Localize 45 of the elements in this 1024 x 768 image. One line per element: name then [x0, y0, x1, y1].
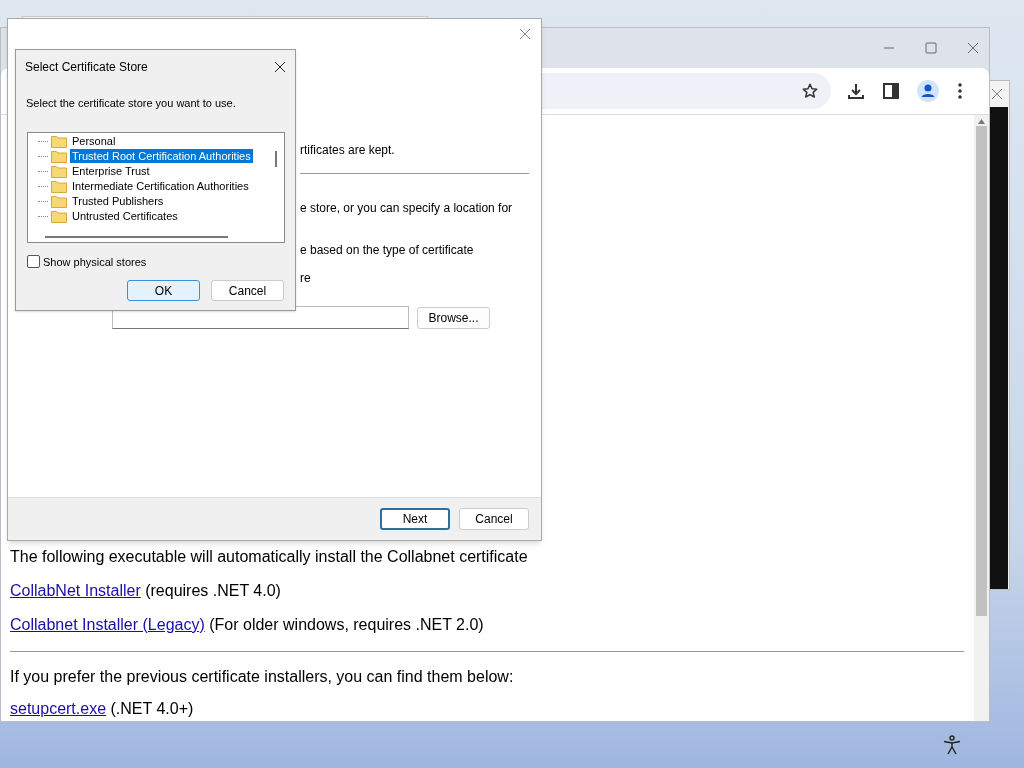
store-item[interactable]: Trusted Publishers: [70, 194, 166, 208]
scrollbar[interactable]: [974, 115, 989, 721]
checkbox[interactable]: [27, 255, 40, 269]
requirement-text: (.NET 4.0+): [110, 700, 194, 717]
folder-icon: [51, 164, 67, 178]
scrollbar-thumb[interactable]: [275, 150, 277, 167]
cancel-button[interactable]: Cancel: [211, 280, 284, 301]
download-icon[interactable]: [847, 82, 865, 100]
profile-icon[interactable]: [917, 80, 939, 102]
cancel-button[interactable]: Cancel: [459, 508, 529, 530]
store-item[interactable]: Enterprise Trust: [70, 164, 152, 178]
option-text: re: [300, 270, 312, 287]
requirement-text: (For older windows, requires .NET 2.0): [209, 616, 484, 633]
ok-button[interactable]: OK: [127, 280, 200, 301]
store-item[interactable]: Personal: [70, 134, 118, 148]
menu-icon[interactable]: [957, 82, 963, 100]
folder-icon: [51, 209, 67, 223]
browse-button[interactable]: Browse...: [417, 306, 490, 329]
folder-icon: [51, 179, 67, 193]
previous-installers-text: If you prefer the previous certificate installers, you can find them below:: [10, 667, 515, 687]
star-icon[interactable]: [801, 82, 819, 100]
intro-text: The following executable will automatically install the Collabnet certificate: [10, 547, 529, 567]
installer-link[interactable]: CollabNet Installer: [10, 582, 141, 599]
folder-icon: [51, 194, 67, 208]
installer-link[interactable]: Collabnet Installer (Legacy): [10, 616, 205, 633]
folder-icon: [51, 149, 67, 163]
checkbox-label: Show physical stores: [43, 254, 147, 270]
scroll-up-icon[interactable]: [978, 119, 985, 124]
next-button[interactable]: Next: [380, 508, 450, 530]
installer-link[interactable]: setupcert.exe: [10, 700, 107, 717]
description-text: rtificates are kept.: [300, 142, 396, 159]
store-item[interactable]: Untrusted Certificates: [70, 209, 180, 223]
accessibility-icon[interactable]: [943, 735, 961, 755]
side-panel-icon[interactable]: [883, 83, 899, 99]
store-item[interactable]: Trusted Root Certification Authorities: [70, 149, 253, 163]
maximize-icon[interactable]: [925, 42, 937, 54]
requirement-text: (requires .NET 4.0): [145, 582, 281, 599]
dialog-title: Select Certificate Store: [25, 59, 148, 76]
horizontal-scrollbar[interactable]: [45, 236, 228, 238]
close-icon[interactable]: [274, 61, 286, 73]
folder-icon: [51, 134, 67, 148]
instruction-text: Select the certificate store you want to use.: [25, 96, 237, 111]
store-item[interactable]: Intermediate Certification Authorities: [70, 179, 251, 193]
description-text: e store, or you can specify a location for: [300, 200, 514, 217]
option-text: e based on the type of certificate: [300, 242, 475, 259]
